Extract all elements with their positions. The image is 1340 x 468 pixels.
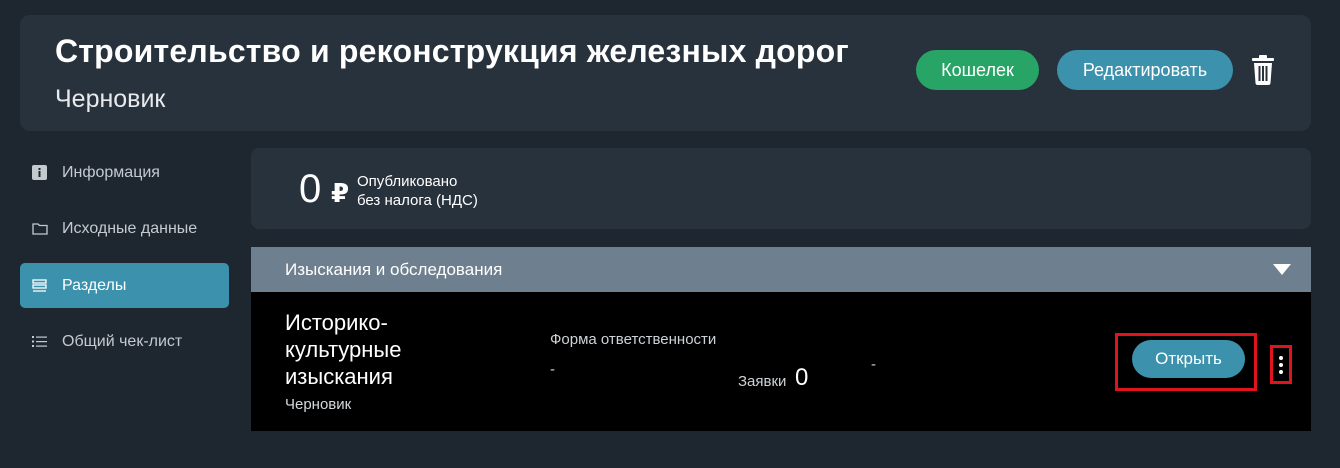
section-group-header[interactable]: Изыскания и обследования: [251, 247, 1311, 292]
menu-dot: [1279, 355, 1283, 360]
edit-button[interactable]: Редактировать: [1057, 50, 1233, 90]
wallet-button[interactable]: Кошелек: [916, 50, 1039, 90]
currency-symbol: ₽: [331, 178, 350, 208]
open-button[interactable]: Открыть: [1132, 340, 1245, 378]
trash-icon[interactable]: [1250, 55, 1276, 85]
sidebar-item-checklist[interactable]: Общий чек-лист: [20, 319, 229, 364]
published-amount: 0: [299, 167, 322, 211]
section-group-title: Изыскания и обследования: [285, 259, 503, 279]
price-caption: Опубликовано без налога (НДС): [357, 172, 478, 210]
more-vertical-icon[interactable]: [1270, 345, 1292, 384]
section-status: Черновик: [285, 396, 352, 413]
folder-icon: [31, 220, 48, 237]
responsibility-value: -: [550, 361, 555, 378]
project-status: Черновик: [55, 85, 166, 113]
sidebar-item-label: Общий чек-лист: [62, 332, 183, 350]
price-caption-line2: без налога (НДС): [357, 192, 478, 209]
chevron-down-icon[interactable]: [1273, 264, 1291, 275]
menu-dot: [1279, 362, 1283, 367]
info-icon: [31, 164, 48, 181]
responsibility-label: Форма ответственности: [550, 331, 717, 348]
sidebar-item-sections[interactable]: Разделы: [20, 263, 229, 308]
sidebar-item-label: Разделы: [62, 276, 127, 294]
project-title: Строительство и реконструкция железных д…: [55, 33, 849, 69]
bids-count: 0: [795, 364, 809, 391]
price-card: 0 ₽ Опубликовано без налога (НДС): [251, 148, 1311, 229]
extra-value: -: [871, 356, 876, 373]
sidebar-item-label: Исходные данные: [62, 219, 198, 237]
section-row: Историко-культурные изыскания Черновик Ф…: [251, 292, 1311, 431]
menu-dot: [1279, 369, 1283, 374]
price-caption-line1: Опубликовано: [357, 173, 458, 190]
project-header: Строительство и реконструкция железных д…: [20, 15, 1311, 131]
sidebar-item-label: Информация: [62, 163, 160, 181]
sidebar-item-information[interactable]: Информация: [20, 150, 229, 195]
bids-label: Заявки: [738, 373, 787, 390]
sections-icon: [31, 277, 48, 294]
checklist-icon: [31, 333, 48, 350]
sidebar-item-source-data[interactable]: Исходные данные: [20, 206, 229, 251]
section-name: Историко-культурные изыскания: [285, 310, 402, 389]
